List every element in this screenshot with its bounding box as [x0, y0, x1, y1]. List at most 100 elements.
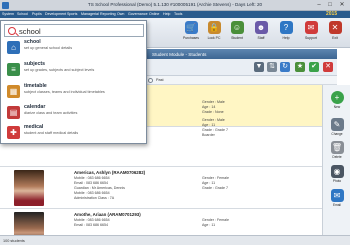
check-icon[interactable]: ✔: [309, 62, 319, 72]
menu-bar: System School Pupils Development Sports …: [0, 11, 350, 18]
student-name: Americas, Ashlyn (RAAM0706282): [74, 170, 146, 175]
age: Age : 11: [202, 223, 216, 227]
result-desc: diarize class and team activities: [24, 111, 78, 115]
minimize-button[interactable]: –: [315, 1, 323, 9]
menu-online[interactable]: Online: [149, 12, 159, 16]
result-desc: set up general school details: [24, 46, 73, 50]
menu-sports[interactable]: Sports: [67, 12, 77, 16]
gender: Gender : Male: [202, 100, 225, 104]
year-label: 2015: [326, 11, 338, 17]
exit-button[interactable]: ✕ Exit: [324, 21, 346, 45]
camera-icon: ◉: [330, 165, 344, 178]
filter-icon[interactable]: ▼: [254, 62, 264, 72]
cancel-icon[interactable]: ✕: [323, 62, 333, 72]
menu-help[interactable]: Help: [163, 12, 170, 16]
sort-icon[interactable]: ⇅: [267, 62, 277, 72]
menu-school[interactable]: School: [17, 12, 28, 16]
email: Email : 083 686 6654: [74, 181, 108, 185]
search-result-medical[interactable]: ✚ medical student and staff medical deta…: [5, 124, 145, 144]
staff-button[interactable]: ☻ Staff: [250, 21, 272, 45]
menu-system[interactable]: System: [2, 12, 14, 16]
subjects-icon: ≡: [7, 63, 20, 76]
age: Age : 11: [202, 123, 216, 127]
email-icon: ✉: [330, 189, 344, 202]
exit-icon: ✕: [328, 21, 342, 34]
staff-icon: ☻: [254, 21, 268, 34]
change-button[interactable]: ✎ Change: [326, 118, 348, 136]
student-label: Student: [231, 36, 243, 40]
edit-icon: ✎: [330, 118, 344, 131]
mobile: Mobile : 083 686 6654: [74, 218, 110, 222]
search-result-subjects[interactable]: ≡ subjects set up grades, subjects and s…: [5, 61, 145, 81]
help-icon: ?: [279, 21, 293, 34]
student-button[interactable]: ☺ Student: [226, 21, 248, 45]
email-button[interactable]: ✉ Email: [326, 189, 348, 207]
result-title: calendar: [24, 104, 46, 110]
guardian-mobile: Mobile : 083 686 6654: [74, 191, 110, 195]
menu-managerial[interactable]: Managerial: [81, 12, 99, 16]
close-button[interactable]: ✕: [338, 1, 346, 9]
timetable-icon: ▦: [7, 85, 20, 98]
help-label: Help: [282, 36, 290, 40]
staff-label: Staff: [257, 36, 265, 40]
age: Age : 14: [202, 105, 216, 109]
new-button[interactable]: + New: [326, 91, 348, 109]
exit-label: Exit: [332, 36, 338, 40]
maximize-button[interactable]: □: [326, 1, 334, 9]
result-desc: student and staff medical details: [24, 131, 79, 135]
search-input[interactable]: school: [4, 24, 144, 37]
cart-icon: 🛒: [184, 21, 198, 34]
school-icon: ⌂: [7, 41, 20, 54]
email: Email : 083 686 6654: [74, 223, 108, 227]
grade: Grade : Grade 7: [202, 186, 228, 190]
table-row[interactable]: Americas, Ashlyn (RAAM0706282) Mobile : …: [0, 167, 322, 209]
email-label: Email: [333, 203, 341, 207]
result-title: school: [24, 39, 41, 45]
menu-pupils[interactable]: Pupils: [32, 12, 42, 16]
lock-icon: 🔒: [207, 21, 221, 34]
status-bar: 100 students: [0, 235, 350, 245]
refresh-icon[interactable]: ↻: [280, 62, 290, 72]
menu-development[interactable]: Development: [45, 12, 66, 16]
boarder: Boarder: [202, 133, 215, 137]
past-radio[interactable]: [148, 78, 153, 83]
guardian: Guardian : Mr Americas, Dennis: [74, 186, 125, 190]
grade: Grade : None: [202, 110, 224, 114]
result-title: timetable: [24, 83, 47, 89]
result-title: subjects: [24, 61, 46, 67]
module-title: Student Module - Students: [152, 51, 207, 57]
photo-label: Photo: [332, 179, 342, 183]
grade: Grade : Grade 7: [202, 128, 228, 132]
lock-pc-button[interactable]: 🔒 Lock PC: [203, 21, 225, 45]
result-title: medical: [24, 124, 44, 130]
menu-tools[interactable]: Tools: [174, 12, 182, 16]
gender: Gender : Male: [202, 118, 225, 122]
delete-button[interactable]: 🗑 Delete: [326, 141, 348, 159]
support-button[interactable]: ✉ Support: [300, 21, 322, 45]
support-label: Support: [305, 36, 317, 40]
module-header: Student Module - Students: [147, 49, 337, 59]
search-result-calendar[interactable]: ▤ calendar diarize class and team activi…: [5, 104, 145, 124]
support-icon: ✉: [304, 21, 318, 34]
menu-governance[interactable]: Governance: [128, 12, 148, 16]
title-bar: TS School Professional (Demo) 5.1.130 #1…: [0, 0, 350, 11]
menu-own[interactable]: Own: [117, 12, 124, 16]
purchases-button[interactable]: 🛒 Purchases: [180, 21, 202, 45]
search-result-school[interactable]: ⌂ school set up general school details: [5, 39, 145, 59]
purchases-label: Purchases: [182, 36, 200, 40]
search-result-timetable[interactable]: ▦ timetable subject classes, teams and i…: [5, 83, 145, 103]
gender: Gender : Female: [202, 218, 229, 222]
student-photo: [14, 170, 44, 206]
add-icon: +: [330, 91, 344, 104]
new-label: New: [333, 105, 341, 109]
mobile: Mobile : 083 686 6654: [74, 176, 110, 180]
result-desc: set up grades, subjects and subject leve…: [24, 68, 95, 72]
search-icon: [8, 27, 16, 35]
past-label: Past: [156, 78, 164, 82]
menu-reporting[interactable]: Reporting: [100, 12, 116, 16]
help-button[interactable]: ? Help: [275, 21, 297, 45]
photo-button[interactable]: ◉ Photo: [326, 165, 348, 183]
age: Age : 11: [202, 181, 216, 185]
table-row[interactable]: Amothe, Ariaan (ARAM0701293) Mobile : 08…: [0, 209, 322, 235]
favourite-icon[interactable]: ★: [295, 62, 305, 72]
